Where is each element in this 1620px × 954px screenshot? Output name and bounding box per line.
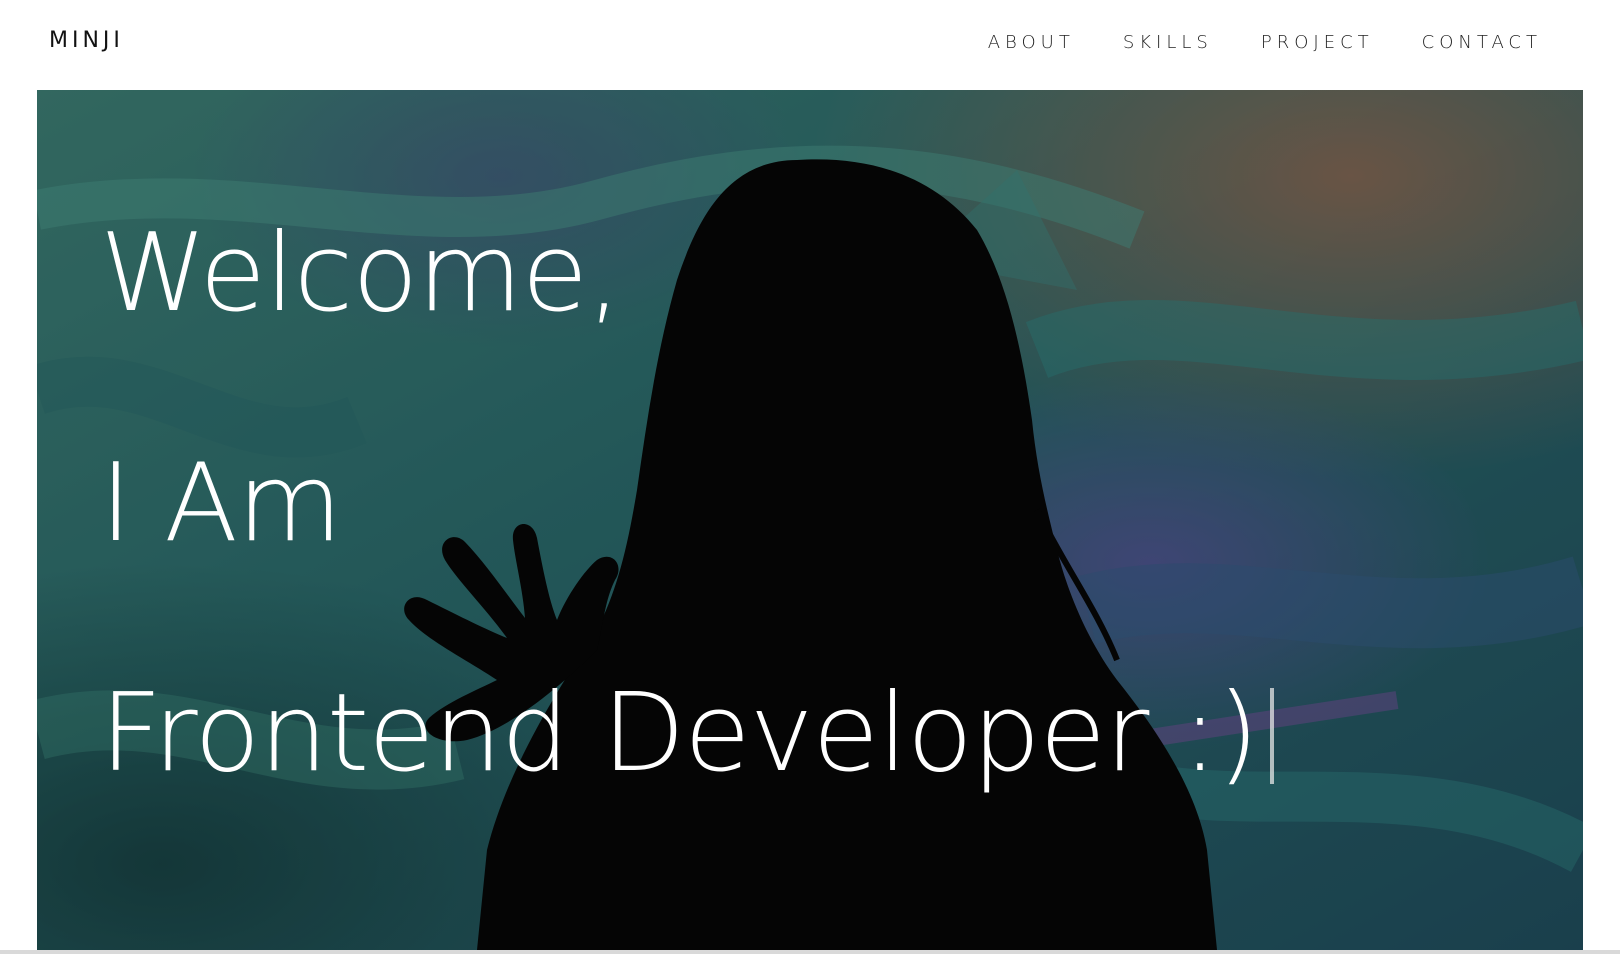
hero-role-text: Frontend Developer :) [100, 671, 1259, 796]
horizontal-scrollbar[interactable] [0, 950, 1620, 954]
nav-contact-link[interactable]: CONTACT [1422, 32, 1542, 53]
nav-about-link[interactable]: ABOUT [988, 32, 1075, 53]
hero-line-i-am: I Am [100, 441, 342, 566]
nav-project-link[interactable]: PROJECT [1261, 32, 1374, 53]
main-nav: ABOUT SKILLS PROJECT CONTACT [940, 32, 1542, 53]
hero-line-role: Frontend Developer :) [100, 680, 1275, 788]
site-logo[interactable]: MINJI [49, 28, 124, 53]
hero-line-welcome: Welcome, [100, 211, 621, 336]
nav-skills-link[interactable]: SKILLS [1123, 32, 1213, 53]
typing-cursor [1270, 688, 1275, 784]
top-navigation-bar: MINJI ABOUT SKILLS PROJECT CONTACT [0, 0, 1620, 90]
hero-section: Welcome, I Am Frontend Developer :) [37, 90, 1583, 950]
